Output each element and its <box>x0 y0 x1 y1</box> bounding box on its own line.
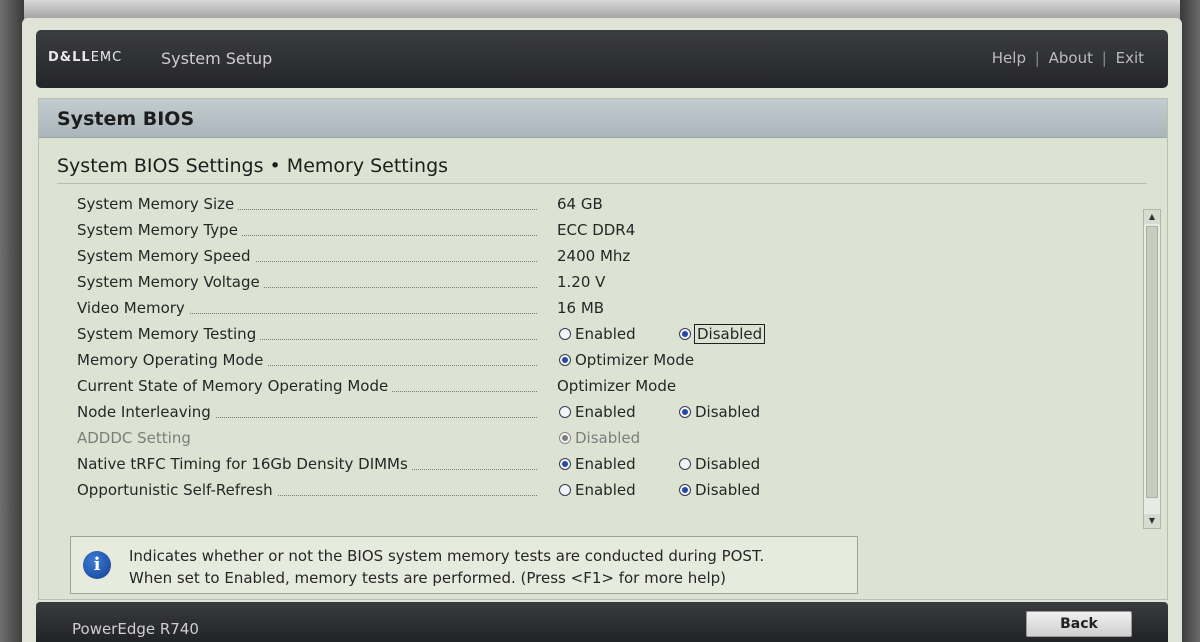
setting-label: System Memory Size <box>77 195 239 213</box>
setting-row-native-trfc: Native tRFC Timing for 16Gb Density DIMM… <box>39 453 1139 477</box>
header-bar: D&LLEMC System Setup Help | About | Exit <box>36 30 1168 88</box>
page-subtitle: System BIOS Settings • Memory Settings <box>57 155 449 177</box>
scrollbar[interactable]: ▲ ▼ <box>1143 209 1161 529</box>
setting-row-video-memory: Video Memory 16 MB <box>39 297 1139 321</box>
setting-value: 16 MB <box>557 299 605 317</box>
radio-button-selected-icon <box>559 458 571 470</box>
radio-button-selected-icon <box>679 406 691 418</box>
setting-label: System Memory Speed <box>77 247 255 265</box>
setting-row-memory-type: System Memory Type ECC DDR4 <box>39 219 1139 243</box>
setting-row-memory-voltage: System Memory Voltage 1.20 V <box>39 271 1139 295</box>
app-title: System Setup <box>161 49 273 68</box>
option-label: Optimizer Mode <box>575 351 695 369</box>
help-link[interactable]: Help <box>992 49 1026 67</box>
back-button[interactable]: Back <box>1026 611 1132 637</box>
setting-row-memory-speed: System Memory Speed 2400 Mhz <box>39 245 1139 269</box>
option-label: Disabled <box>575 429 641 447</box>
radio-node-interleaving-disabled[interactable]: Disabled <box>679 403 760 421</box>
radio-self-refresh-enabled[interactable]: Enabled <box>559 481 636 499</box>
scroll-up-icon[interactable]: ▲ <box>1144 210 1160 224</box>
monitor-bezel-left <box>0 0 24 642</box>
info-icon: i <box>83 551 111 579</box>
setting-row-self-refresh: Opportunistic Self-Refresh Enabled Disab… <box>39 479 1139 503</box>
radio-node-interleaving-enabled[interactable]: Enabled <box>559 403 636 421</box>
radio-memory-testing-disabled[interactable]: Disabled <box>679 324 766 344</box>
setting-label: System Memory Type <box>77 221 242 239</box>
setting-value: ECC DDR4 <box>557 221 636 239</box>
help-box: i Indicates whether or not the BIOS syst… <box>70 536 858 594</box>
dell-emc-logo: D&LLEMC <box>48 50 123 65</box>
setting-row-current-operating-mode: Current State of Memory Operating Mode O… <box>39 375 1139 399</box>
setting-label: Node Interleaving <box>77 403 215 421</box>
setting-value: 64 GB <box>557 195 603 213</box>
setting-label: System Memory Testing <box>77 325 261 343</box>
panel-title: System BIOS <box>57 108 195 130</box>
help-text: Indicates whether or not the BIOS system… <box>129 545 764 589</box>
exit-link[interactable]: Exit <box>1116 49 1144 67</box>
setting-value: Optimizer Mode <box>557 377 677 395</box>
option-label: Disabled <box>695 403 761 421</box>
monitor-bezel-right <box>1180 0 1200 642</box>
radio-memory-testing-enabled[interactable]: Enabled <box>559 325 636 343</box>
scrollbar-thumb[interactable] <box>1146 226 1158 498</box>
option-label: Enabled <box>575 455 636 473</box>
server-model: PowerEdge R740 <box>72 620 199 638</box>
panel-header: System BIOS <box>39 99 1167 138</box>
setting-label: Native tRFC Timing for 16Gb Density DIMM… <box>77 455 412 473</box>
link-separator: | <box>1101 49 1107 67</box>
about-link[interactable]: About <box>1049 49 1093 67</box>
radio-button-icon <box>559 406 571 418</box>
option-label: Disabled <box>695 481 761 499</box>
radio-button-icon <box>559 328 571 340</box>
radio-adddc-disabled: Disabled <box>559 429 640 447</box>
radio-native-trfc-enabled[interactable]: Enabled <box>559 455 636 473</box>
setting-label: Video Memory <box>77 299 189 317</box>
radio-button-icon <box>559 484 571 496</box>
main-panel: System BIOS System BIOS Settings • Memor… <box>38 98 1168 600</box>
option-label-focused: Disabled <box>693 324 766 344</box>
radio-button-selected-icon <box>679 484 691 496</box>
setting-value: 2400 Mhz <box>557 247 631 265</box>
setting-label: Current State of Memory Operating Mode <box>77 377 393 395</box>
option-label: Enabled <box>575 403 636 421</box>
help-line-2: When set to Enabled, memory tests are pe… <box>129 569 727 587</box>
setting-label: ADDDC Setting <box>77 429 195 447</box>
radio-button-selected-icon <box>559 354 571 366</box>
option-label: Enabled <box>575 481 636 499</box>
setting-value: 1.20 V <box>557 273 606 291</box>
setting-row-adddc: ADDDC Setting Disabled <box>39 427 1139 451</box>
help-line-1: Indicates whether or not the BIOS system… <box>129 547 765 565</box>
radio-button-selected-icon <box>559 432 571 444</box>
option-label: Enabled <box>575 325 636 343</box>
setting-row-memory-size: System Memory Size 64 GB <box>39 193 1139 217</box>
setting-label: System Memory Voltage <box>77 273 264 291</box>
screen: D&LLEMC System Setup Help | About | Exit… <box>22 18 1182 642</box>
setting-label: Memory Operating Mode <box>77 351 268 369</box>
radio-button-selected-icon <box>679 328 691 340</box>
setting-row-memory-testing: System Memory Testing Enabled Disabled <box>39 323 1139 347</box>
option-label: Disabled <box>695 455 761 473</box>
scroll-down-icon[interactable]: ▼ <box>1144 514 1160 528</box>
setting-row-node-interleaving: Node Interleaving Enabled Disabled <box>39 401 1139 425</box>
header-links: Help | About | Exit <box>992 49 1144 67</box>
setting-row-memory-operating-mode: Memory Operating Mode Optimizer Mode <box>39 349 1139 373</box>
link-separator: | <box>1034 49 1040 67</box>
footer-bar: PowerEdge R740 Back <box>36 602 1168 642</box>
radio-button-icon <box>679 458 691 470</box>
divider <box>57 183 1147 184</box>
radio-native-trfc-disabled[interactable]: Disabled <box>679 455 760 473</box>
radio-self-refresh-disabled[interactable]: Disabled <box>679 481 760 499</box>
setting-label: Opportunistic Self-Refresh <box>77 481 277 499</box>
radio-optimizer-mode[interactable]: Optimizer Mode <box>559 351 694 369</box>
